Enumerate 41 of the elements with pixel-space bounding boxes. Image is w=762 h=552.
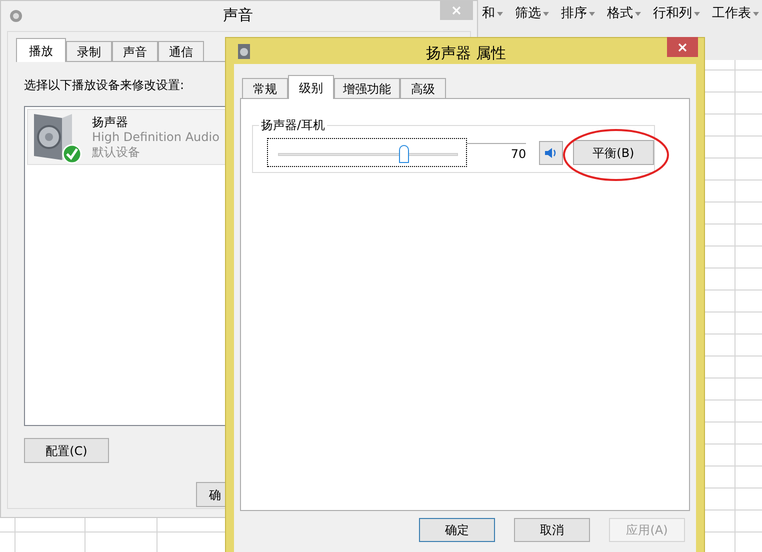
- speaker-icon: [238, 44, 250, 58]
- caret-icon: [589, 12, 595, 16]
- tab[interactable]: 高级: [400, 78, 446, 98]
- dialog-button[interactable]: 确定: [419, 518, 495, 542]
- balance-button[interactable]: 平衡(B): [572, 140, 654, 165]
- tab[interactable]: 级别: [288, 75, 334, 99]
- tab[interactable]: 播放: [16, 38, 66, 62]
- group-label: 扬声器/耳机: [259, 116, 328, 134]
- menu-item[interactable]: 排序: [561, 4, 595, 24]
- tab[interactable]: 通信: [158, 41, 204, 61]
- tab[interactable]: 增强功能: [334, 78, 400, 98]
- tab[interactable]: 声音: [112, 41, 158, 61]
- caret-icon: [753, 12, 759, 16]
- caret-icon: [543, 12, 549, 16]
- menu-item[interactable]: 格式: [607, 4, 641, 24]
- speaker-icon: [9, 9, 23, 23]
- menu-item[interactable]: 筛选: [515, 4, 549, 24]
- instruction-text: 选择以下播放设备来修改设置:: [24, 78, 184, 92]
- device-driver: High Definition Audio: [92, 130, 220, 144]
- menu-item[interactable]: 工作表: [712, 4, 759, 24]
- configure-button[interactable]: 配置(C): [24, 438, 109, 463]
- menu-item[interactable]: 和: [482, 4, 503, 24]
- close-icon: [678, 42, 687, 52]
- dialog-title: 扬声器 属性: [426, 43, 506, 64]
- close-button[interactable]: [667, 37, 698, 57]
- caret-icon: [497, 12, 503, 16]
- tab[interactable]: 录制: [66, 41, 112, 61]
- device-name: 扬声器: [92, 114, 129, 130]
- mute-button[interactable]: [539, 140, 563, 164]
- volume-slider[interactable]: [267, 138, 467, 167]
- dialog-button[interactable]: 取消: [514, 518, 590, 542]
- caret-icon: [694, 12, 700, 16]
- menu-item[interactable]: 行和列: [653, 4, 700, 24]
- window-title: 声音: [223, 5, 253, 26]
- volume-value-field[interactable]: 70: [466, 142, 526, 162]
- device-status: 默认设备: [92, 144, 141, 160]
- speaker-icon: [544, 146, 558, 158]
- slider-thumb[interactable]: [399, 145, 409, 163]
- caret-icon: [635, 12, 641, 16]
- tab[interactable]: 常规: [242, 78, 288, 98]
- close-icon: [452, 6, 461, 15]
